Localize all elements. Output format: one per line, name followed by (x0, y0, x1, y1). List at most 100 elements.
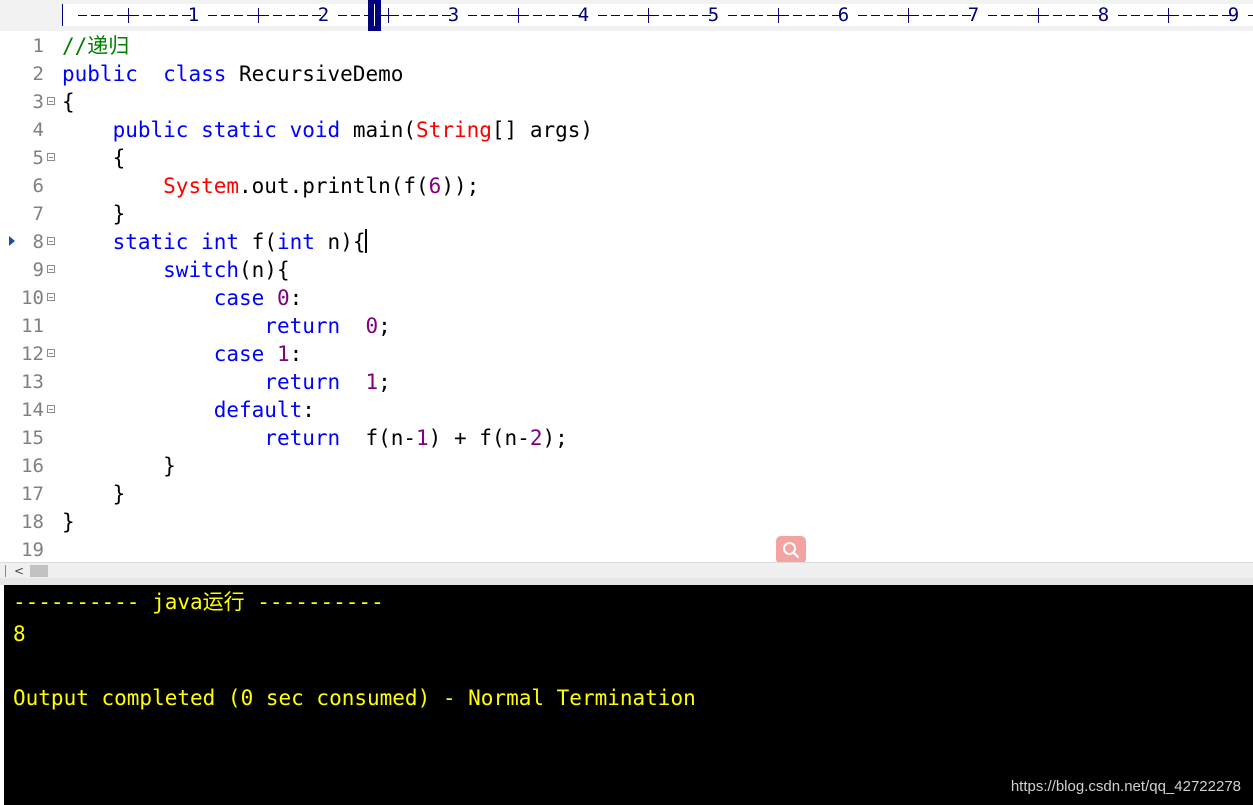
ruler-dash (260, 15, 269, 16)
fold-toggle-icon[interactable] (47, 97, 55, 105)
ruler-dash (533, 15, 542, 16)
code-token: n){ (314, 230, 366, 254)
ruler-dash (1118, 15, 1127, 16)
code-line[interactable]: 4 public static void main(String[] args) (0, 116, 1253, 144)
code-line[interactable]: 1 //递归 (0, 32, 1253, 60)
ruler-number: 1 (187, 4, 200, 26)
ruler-dash (520, 15, 529, 16)
ruler-dash (676, 15, 685, 16)
horizontal-scrollbar[interactable]: < (0, 562, 1253, 578)
ruler-dash (988, 15, 997, 16)
code-token: String (416, 118, 492, 142)
line-number: 6 (32, 175, 44, 197)
code-token: default (213, 398, 303, 422)
ruler-half-mark (773, 8, 784, 23)
watermark: https://blog.csdn.net/qq_42722278 (1010, 778, 1241, 795)
fold-toggle-icon[interactable] (47, 153, 55, 161)
code-token: return (264, 314, 341, 338)
ruler-dash (351, 15, 360, 16)
ruler-dash (1053, 15, 1062, 16)
ruler-half-mark (643, 8, 654, 23)
panel-splitter[interactable] (0, 578, 1253, 585)
ruler-dash (650, 15, 659, 16)
output-panel: ---------- java运行 ---------- 8 Output co… (4, 585, 1253, 805)
line-number: 2 (32, 63, 44, 85)
line-number: 5 (32, 147, 44, 169)
ruler-number: 8 (1097, 4, 1110, 26)
code-line[interactable]: 6 System.out.println(f(6)); (0, 172, 1253, 200)
fold-toggle-icon[interactable] (47, 237, 55, 245)
code-line[interactable]: 18} (0, 508, 1253, 536)
fold-toggle-icon[interactable] (47, 265, 55, 273)
ruler-dash (559, 15, 568, 16)
ruler-dash (1001, 15, 1010, 16)
code-token: { (62, 90, 75, 114)
ruler-dash (208, 15, 217, 16)
fold-toggle-icon[interactable] (47, 405, 55, 413)
code-token: )); (441, 174, 480, 198)
code-token: case (213, 286, 265, 310)
code-editor[interactable]: 1 //递归 2 public class RecursiveDemo 3{4 publ… (0, 31, 1253, 563)
scroll-left-button[interactable]: < (12, 564, 26, 578)
current-line-marker-icon (9, 236, 15, 246)
line-number: 1 (32, 35, 44, 57)
code-line[interactable]: 8 static int f(int n){ (0, 228, 1253, 256)
fold-toggle-icon[interactable] (47, 349, 55, 357)
ruler-dash (1131, 15, 1140, 16)
code-token: switch (163, 258, 240, 282)
ruler-half-mark (513, 8, 524, 23)
code-line[interactable]: 14 default: (0, 396, 1253, 424)
ruler-dash (689, 15, 698, 16)
code-token: RecursiveDemo (226, 62, 404, 86)
ruler-dash (468, 15, 477, 16)
ruler-dash (429, 15, 438, 16)
code-text: } (62, 200, 126, 228)
code-line[interactable]: 7 } (0, 200, 1253, 228)
ruler-dash (819, 15, 828, 16)
ruler-dash (390, 15, 399, 16)
ruler-dash (611, 15, 620, 16)
code-line[interactable]: 17 } (0, 480, 1253, 508)
code-line[interactable]: 9 switch(n){ (0, 256, 1253, 284)
search-button[interactable] (776, 536, 806, 564)
code-line[interactable]: 19 (0, 536, 1253, 564)
code-line[interactable]: 10 case 0: (0, 284, 1253, 312)
ruler-dash (936, 15, 945, 16)
code-line[interactable]: 2 public class RecursiveDemo (0, 60, 1253, 88)
ruler-number: 6 (837, 4, 850, 26)
ruler-gutter (0, 0, 58, 31)
line-number: 13 (21, 371, 44, 393)
scrollbar-thumb[interactable] (30, 565, 48, 577)
code-text: return 1; (62, 368, 390, 396)
code-line[interactable]: 11 return 0; (0, 312, 1253, 340)
code-text: return f(n-1) + f(n-2); (62, 424, 568, 452)
ruler-dash (1066, 15, 1075, 16)
code-token: ); (542, 426, 568, 450)
code-line[interactable]: 16 } (0, 452, 1253, 480)
code-line[interactable]: 5 { (0, 144, 1253, 172)
code-line[interactable]: 15 return f(n-1) + f(n-2); (0, 424, 1253, 452)
code-line[interactable]: 13 return 1; (0, 368, 1253, 396)
code-token: //递归 (62, 34, 130, 58)
ruler-half-mark (253, 8, 264, 23)
code-text: switch(n){ (62, 256, 289, 284)
ruler-number: 4 (577, 4, 590, 26)
code-line[interactable]: 3{ (0, 88, 1253, 116)
ruler-dash (1170, 15, 1179, 16)
ruler-dash (130, 15, 139, 16)
code-token: : (289, 286, 303, 310)
code-token: int (276, 230, 315, 254)
line-number: 12 (21, 343, 44, 365)
code-text: return 0; (62, 312, 390, 340)
code-line[interactable]: 12 case 1: (0, 340, 1253, 368)
fold-toggle-icon[interactable] (47, 293, 55, 301)
line-number: 9 (32, 259, 44, 281)
code-token: ) + f(n- (428, 426, 530, 450)
code-token: : (302, 398, 315, 422)
code-token: 1 (276, 342, 290, 366)
ruler-dash (1209, 15, 1218, 16)
